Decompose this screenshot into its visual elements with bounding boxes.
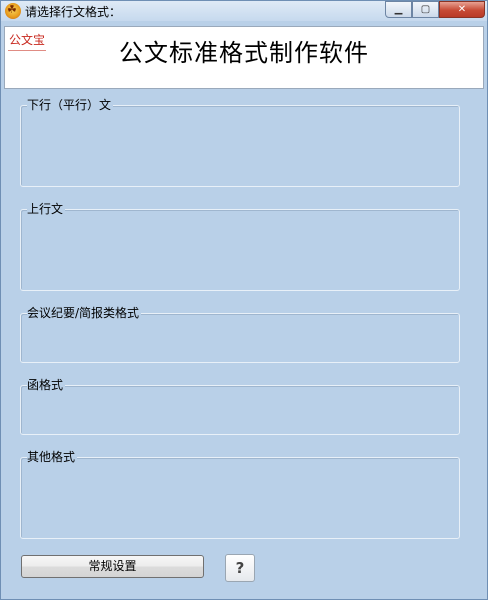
group-label: 其他格式	[27, 450, 78, 464]
group-downward-document: 下行（平行）文	[20, 98, 460, 187]
help-button[interactable]: ?	[225, 554, 255, 582]
maximize-button[interactable]: ▢	[412, 1, 439, 18]
group-other-formats: 其他格式	[20, 450, 460, 539]
close-button[interactable]: ✕	[439, 1, 485, 18]
group-label: 函格式	[27, 378, 66, 392]
title-bar[interactable]: 请选择行文格式： ▁ ▢ ✕	[1, 1, 487, 21]
group-letter-format: 函格式	[20, 378, 460, 435]
general-settings-button[interactable]: 常规设置	[21, 555, 204, 578]
group-label: 上行文	[27, 202, 66, 216]
close-icon: ✕	[457, 4, 467, 15]
group-label: 下行（平行）文	[27, 98, 114, 112]
group-upward-document: 上行文	[20, 202, 460, 291]
group-minutes-briefing: 会议纪要/简报类格式	[20, 306, 460, 363]
page-title: 公文标准格式制作软件	[119, 39, 369, 67]
app-window: 请选择行文格式： ▁ ▢ ✕ 公文宝 公文标准格式制作软件 下行（平行）文 上行…	[0, 0, 488, 600]
minimize-button[interactable]: ▁	[385, 1, 412, 18]
window-controls: ▁ ▢ ✕	[385, 1, 485, 19]
group-label: 会议纪要/简报类格式	[27, 306, 142, 320]
maximize-icon: ▢	[420, 4, 431, 15]
minimize-icon: ▁	[394, 4, 403, 15]
question-icon: ?	[235, 559, 245, 577]
app-logo-icon[interactable]	[5, 3, 21, 19]
window-title: 请选择行文格式：	[25, 5, 122, 19]
header-banner: 公文宝 公文标准格式制作软件	[4, 26, 484, 89]
